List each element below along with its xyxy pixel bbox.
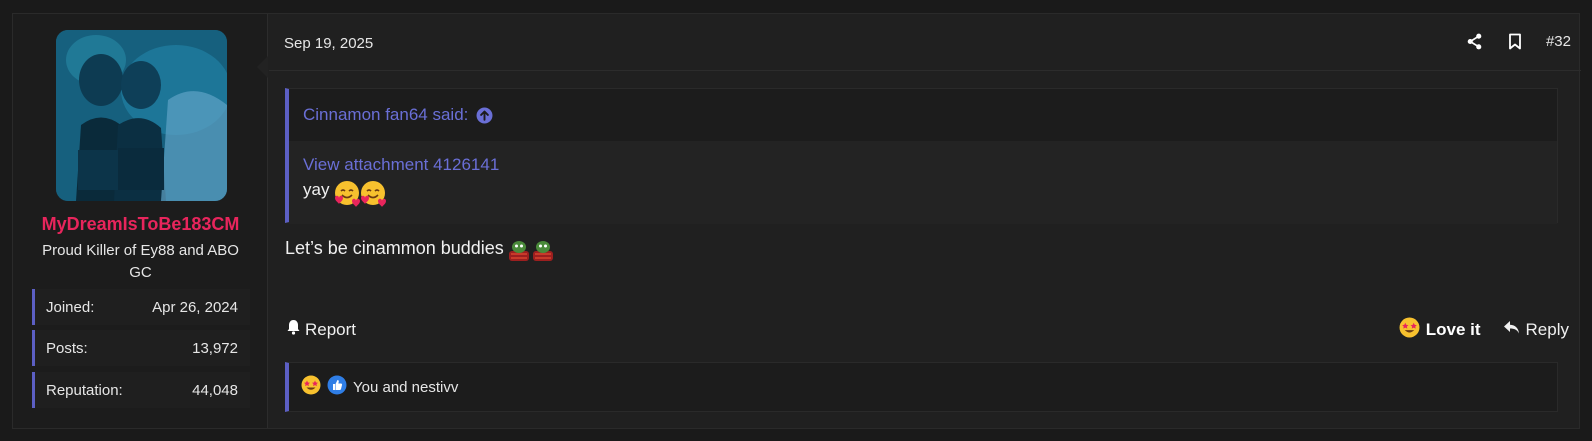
- post-header-actions: #32: [1466, 32, 1571, 50]
- smiling-hearts-emoji-icon: [333, 179, 361, 207]
- pepe-cinnamon-emoji-icon: [506, 237, 529, 261]
- user-sidebar: MyDreamIsToBe183CM Proud Killer of Ey88 …: [13, 14, 268, 428]
- message-text: Let’s be cinammon buddies: [285, 237, 504, 258]
- post-main: Sep 19, 2025 #32 Cinnamon fan64 said: Vi…: [269, 14, 1581, 428]
- arrow-up-circle-icon[interactable]: [476, 107, 493, 124]
- username[interactable]: MyDreamIsToBe183CM: [13, 214, 268, 235]
- post-header: Sep 19, 2025 #32: [269, 14, 1581, 71]
- report-label: Report: [305, 319, 357, 339]
- stat-value: 13,972: [192, 339, 238, 357]
- post-container: MyDreamIsToBe183CM Proud Killer of Ey88 …: [12, 13, 1581, 429]
- post-actions: Love it Reply: [1399, 317, 1569, 343]
- love-it-button[interactable]: Love it: [1399, 317, 1481, 343]
- user-arrow: [257, 56, 268, 78]
- pepe-cinnamon-emoji-icon: [530, 237, 553, 261]
- reply-label: Reply: [1525, 320, 1569, 339]
- post-date[interactable]: Sep 19, 2025: [284, 35, 373, 52]
- quote-header: Cinnamon fan64 said:: [289, 89, 1557, 141]
- quote-author[interactable]: Cinnamon fan64 said:: [303, 105, 468, 125]
- post-message: Let’s be cinammon buddies: [285, 237, 553, 261]
- stat-value: 44,048: [192, 381, 238, 399]
- report-button[interactable]: Report: [286, 319, 356, 340]
- reply-button[interactable]: Reply: [1503, 320, 1569, 340]
- user-title: Proud Killer of Ey88 and ABO GC: [42, 242, 239, 281]
- smiling-hearts-emoji-icon: [359, 179, 387, 207]
- star-struck-emoji-icon: [1399, 317, 1420, 343]
- quote-body: View attachment 4126141 yay: [289, 141, 1557, 224]
- reactions-bar[interactable]: You and nestivv: [285, 362, 1558, 412]
- post-number[interactable]: #32: [1546, 33, 1571, 50]
- quote-block: Cinnamon fan64 said: View attachment 412…: [285, 88, 1558, 224]
- stat-posts: Posts: 13,972: [32, 330, 250, 366]
- reactions-text[interactable]: You and nestivv: [353, 379, 458, 396]
- quote-text: yay: [303, 180, 330, 199]
- stat-joined: Joined: Apr 26, 2024: [32, 289, 250, 325]
- reply-arrow-icon: [1503, 320, 1520, 340]
- avatar[interactable]: [56, 30, 227, 201]
- stat-label: Joined:: [46, 298, 95, 316]
- thumbs-up-icon: [327, 375, 347, 399]
- quote-text-row: yay: [303, 179, 1543, 207]
- bookmark-icon[interactable]: [1506, 32, 1524, 50]
- stat-label: Reputation:: [46, 381, 123, 399]
- star-struck-emoji-icon: [301, 375, 321, 399]
- attachment-link[interactable]: View attachment 4126141: [303, 155, 1543, 175]
- bell-icon: [286, 319, 301, 340]
- stat-reputation: Reputation: 44,048: [32, 372, 250, 408]
- share-icon[interactable]: [1466, 32, 1484, 50]
- love-it-label: Love it: [1425, 320, 1481, 339]
- stat-value: Apr 26, 2024: [152, 298, 238, 316]
- stat-label: Posts:: [46, 339, 88, 357]
